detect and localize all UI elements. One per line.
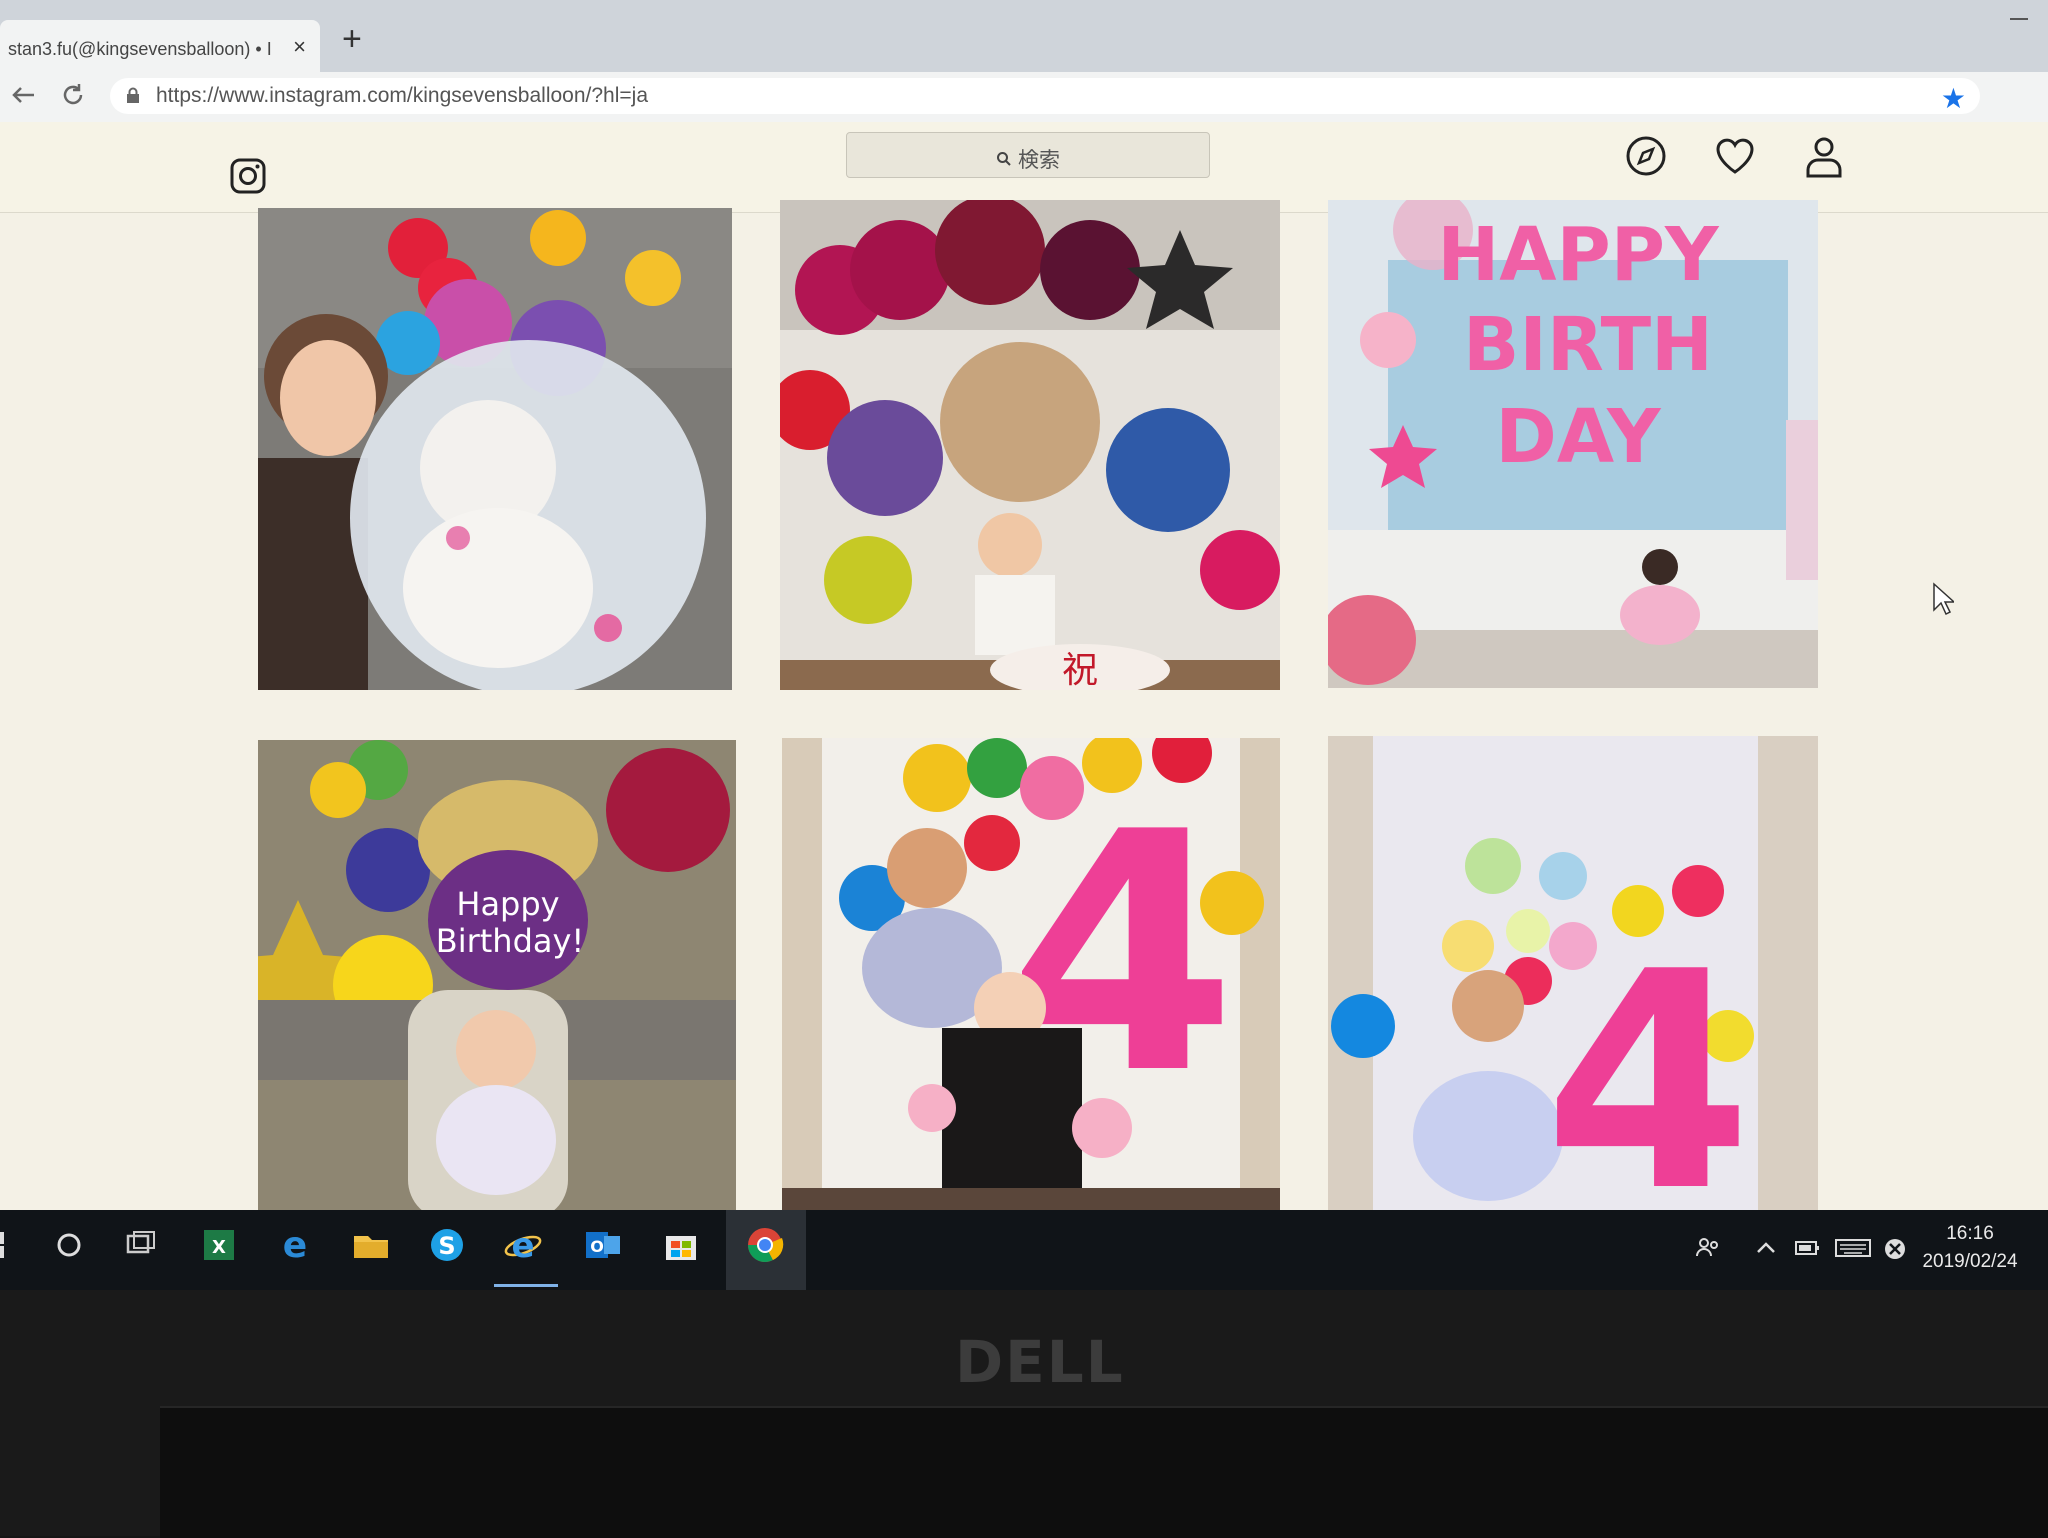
post-thumbnail-6[interactable]: 4	[1328, 736, 1818, 1220]
tab-close-button[interactable]: ×	[293, 34, 306, 60]
post-4-text-birthday: Birthday!	[436, 922, 585, 960]
monitor-screen: stan3.fu(@kingsevensballoon) • I × + htt…	[0, 0, 2048, 1290]
chevron-up-icon[interactable]	[1754, 1236, 1778, 1260]
post-thumbnail-1[interactable]	[258, 208, 732, 690]
address-bar[interactable]: https://www.instagram.com/kingsevensball…	[110, 78, 1980, 114]
minimize-button[interactable]	[2010, 18, 2028, 20]
post-4-text-happy: Happy	[456, 885, 559, 923]
open-app-indicator	[494, 1284, 558, 1287]
clock-date: 2019/02/24	[1922, 1251, 2018, 1272]
monitor-bezel: DELL	[0, 1290, 2048, 1538]
search-placeholder: 検索	[1018, 149, 1060, 172]
dell-logo: DELL	[955, 1328, 1125, 1396]
laptop-edge	[160, 1406, 2048, 1538]
post-6-text: 4	[1544, 908, 1753, 1220]
lock-icon	[127, 87, 139, 103]
heart-icon[interactable]	[1713, 134, 1757, 178]
svg-text:e: e	[283, 1225, 307, 1266]
post-thumbnail-3[interactable]: HAPPY BIRTH DAY	[1328, 200, 1818, 688]
battery-icon[interactable]	[1794, 1236, 1822, 1260]
browser-tab-strip: stan3.fu(@kingsevensballoon) • I × +	[0, 0, 2048, 72]
excel-icon[interactable]: X	[198, 1224, 240, 1266]
instagram-icon[interactable]	[230, 158, 266, 194]
windows-icon[interactable]	[0, 1224, 28, 1266]
profile-icon[interactable]	[1802, 134, 1846, 178]
new-tab-button[interactable]: +	[342, 22, 362, 56]
explore-icon[interactable]	[1624, 134, 1668, 178]
svg-text:e: e	[511, 1226, 534, 1266]
star-icon[interactable]: ★	[1941, 82, 1966, 115]
svg-text:S: S	[438, 1232, 455, 1260]
browser-tab[interactable]: stan3.fu(@kingsevensballoon) • I ×	[0, 20, 320, 72]
browser-toolbar: https://www.instagram.com/kingsevensball…	[0, 72, 2048, 123]
clock-time: 16:16	[1946, 1223, 1994, 1244]
post-2-text: 祝	[1062, 650, 1098, 690]
search-input[interactable]: 検索	[846, 132, 1210, 178]
post-thumbnail-5[interactable]: 4	[782, 738, 1280, 1220]
folder-icon[interactable]	[350, 1224, 392, 1266]
cursor-icon	[1933, 582, 1954, 616]
post-3-text-happy: HAPPY	[1437, 212, 1720, 298]
post-3-text-birth: BIRTH	[1463, 302, 1713, 388]
reload-icon[interactable]	[58, 80, 88, 117]
edge-icon[interactable]: e	[274, 1224, 316, 1266]
post-3-text-day: DAY	[1495, 394, 1662, 480]
store-icon[interactable]	[660, 1224, 702, 1266]
svg-text:O: O	[590, 1237, 604, 1256]
post-thumbnail-2[interactable]: 祝	[780, 200, 1280, 690]
task-view-icon[interactable]	[120, 1224, 162, 1266]
back-icon[interactable]	[8, 80, 38, 117]
people-icon[interactable]	[1694, 1234, 1722, 1262]
post-thumbnail-4[interactable]: Happy Birthday!	[258, 740, 736, 1220]
windows-taskbar: X e S e O 16:16 2019/02/24	[0, 1210, 2048, 1290]
taskbar-clock[interactable]: 16:16 2019/02/24	[1910, 1220, 2030, 1276]
tab-title: stan3.fu(@kingsevensballoon) • I	[8, 38, 272, 59]
outlook-icon[interactable]: O	[582, 1224, 624, 1266]
ie-icon[interactable]: e	[502, 1224, 544, 1266]
search-circle-icon[interactable]	[48, 1224, 90, 1266]
search-icon	[996, 151, 1012, 173]
url-text: https://www.instagram.com/kingsevensball…	[156, 84, 649, 107]
keyboard-icon[interactable]	[1834, 1236, 1872, 1260]
network-icon[interactable]	[1882, 1236, 1908, 1262]
chrome-icon[interactable]	[744, 1224, 786, 1266]
skype-icon[interactable]: S	[426, 1224, 468, 1266]
svg-text:X: X	[212, 1237, 226, 1258]
